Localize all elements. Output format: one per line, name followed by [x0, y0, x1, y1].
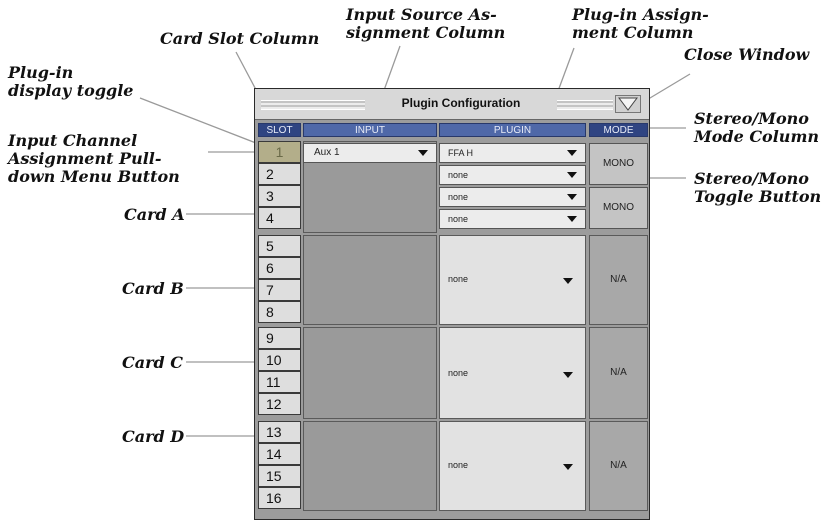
- header-plugin: PLUGIN: [439, 123, 586, 137]
- header-mode: MODE: [589, 123, 648, 137]
- titlebar-grip-right: [557, 100, 613, 110]
- slot-4[interactable]: 4: [258, 207, 301, 229]
- card-b-plugin-select[interactable]: none: [439, 235, 586, 325]
- card-c-plugin-select[interactable]: none: [439, 327, 586, 419]
- plugin-select-slot-2[interactable]: none: [439, 165, 586, 185]
- plugin-select-value: none: [448, 170, 469, 180]
- card-c-mode: N/A: [589, 327, 648, 419]
- plugin-select-value: FFA H: [448, 148, 474, 158]
- slot-2[interactable]: 2: [258, 163, 301, 185]
- window-titlebar[interactable]: Plugin Configuration: [255, 89, 649, 120]
- stereo-mono-toggle-button-2[interactable]: MONO: [589, 187, 648, 229]
- window-title: Plugin Configuration: [401, 96, 521, 110]
- plugin-select-slot-1[interactable]: FFA H: [439, 143, 586, 163]
- plugin-select-value: none: [448, 460, 469, 470]
- callout-card-slot-column: Card Slot Column: [160, 29, 320, 48]
- input-channel-value: Aux 1: [314, 147, 340, 158]
- callout-plugin-assignment-column: Plug-in Assign- ment Column: [572, 5, 709, 42]
- callout-card-d: Card D: [122, 427, 185, 446]
- card-b-input-area: [303, 235, 437, 325]
- dropdown-arrow-icon: [567, 150, 577, 156]
- slot-7[interactable]: 7: [258, 279, 301, 301]
- card-b-mode: N/A: [589, 235, 648, 325]
- input-channel-pulldown-button[interactable]: Aux 1: [303, 143, 437, 163]
- plugin-configuration-window: Plugin Configuration SLOT INPUT PLUGIN M…: [254, 88, 650, 520]
- card-d-input-area: [303, 421, 437, 511]
- card-c-input-area: [303, 327, 437, 419]
- slot-6[interactable]: 6: [258, 257, 301, 279]
- slot-15[interactable]: 15: [258, 465, 301, 487]
- slot-5[interactable]: 5: [258, 235, 301, 257]
- dropdown-arrow-icon: [567, 172, 577, 178]
- slot-9[interactable]: 9: [258, 327, 301, 349]
- slot-1-plugin-display-toggle[interactable]: 1: [258, 141, 301, 163]
- plugin-select-slot-3[interactable]: none: [439, 187, 586, 207]
- callout-plugin-display-toggle: Plug-in display toggle: [8, 63, 134, 100]
- dropdown-arrow-icon: [418, 150, 428, 156]
- callout-card-c: Card C: [122, 353, 184, 372]
- slot-16[interactable]: 16: [258, 487, 301, 509]
- callout-input-channel-pulldown: Input Channel Assignment Pull- down Menu…: [8, 131, 180, 186]
- slot-3[interactable]: 3: [258, 185, 301, 207]
- card-d-plugin-select[interactable]: none: [439, 421, 586, 511]
- callout-stereo-mono-toggle: Stereo/Mono Toggle Button: [694, 169, 822, 206]
- dropdown-arrow-icon: [567, 216, 577, 222]
- header-input: INPUT: [303, 123, 437, 137]
- stereo-mono-toggle-button-1[interactable]: MONO: [589, 143, 648, 185]
- plugin-select-value: none: [448, 192, 469, 202]
- dropdown-arrow-icon: [563, 278, 573, 284]
- dropdown-arrow-icon: [563, 372, 573, 378]
- slot-13[interactable]: 13: [258, 421, 301, 443]
- callout-card-b: Card B: [122, 279, 184, 298]
- dropdown-arrow-icon: [563, 464, 573, 470]
- callout-close-window: Close Window: [684, 45, 810, 64]
- plugin-select-value: none: [448, 368, 469, 378]
- plugin-select-value: none: [448, 214, 469, 224]
- plugin-select-value: none: [448, 274, 469, 284]
- slot-12[interactable]: 12: [258, 393, 301, 415]
- slot-10[interactable]: 10: [258, 349, 301, 371]
- plugin-select-slot-4[interactable]: none: [439, 209, 586, 229]
- slot-14[interactable]: 14: [258, 443, 301, 465]
- slot-11[interactable]: 11: [258, 371, 301, 393]
- callout-stereo-mono-mode-column: Stereo/Mono Mode Column: [694, 109, 819, 146]
- header-slot: SLOT: [258, 123, 301, 137]
- card-d-mode: N/A: [589, 421, 648, 511]
- close-window-button[interactable]: [615, 95, 641, 113]
- callout-card-a: Card A: [124, 205, 185, 224]
- callout-input-source-column: Input Source As- signment Column: [346, 5, 506, 42]
- slot-8[interactable]: 8: [258, 301, 301, 323]
- titlebar-grip-left: [261, 100, 365, 110]
- dropdown-arrow-icon: [567, 194, 577, 200]
